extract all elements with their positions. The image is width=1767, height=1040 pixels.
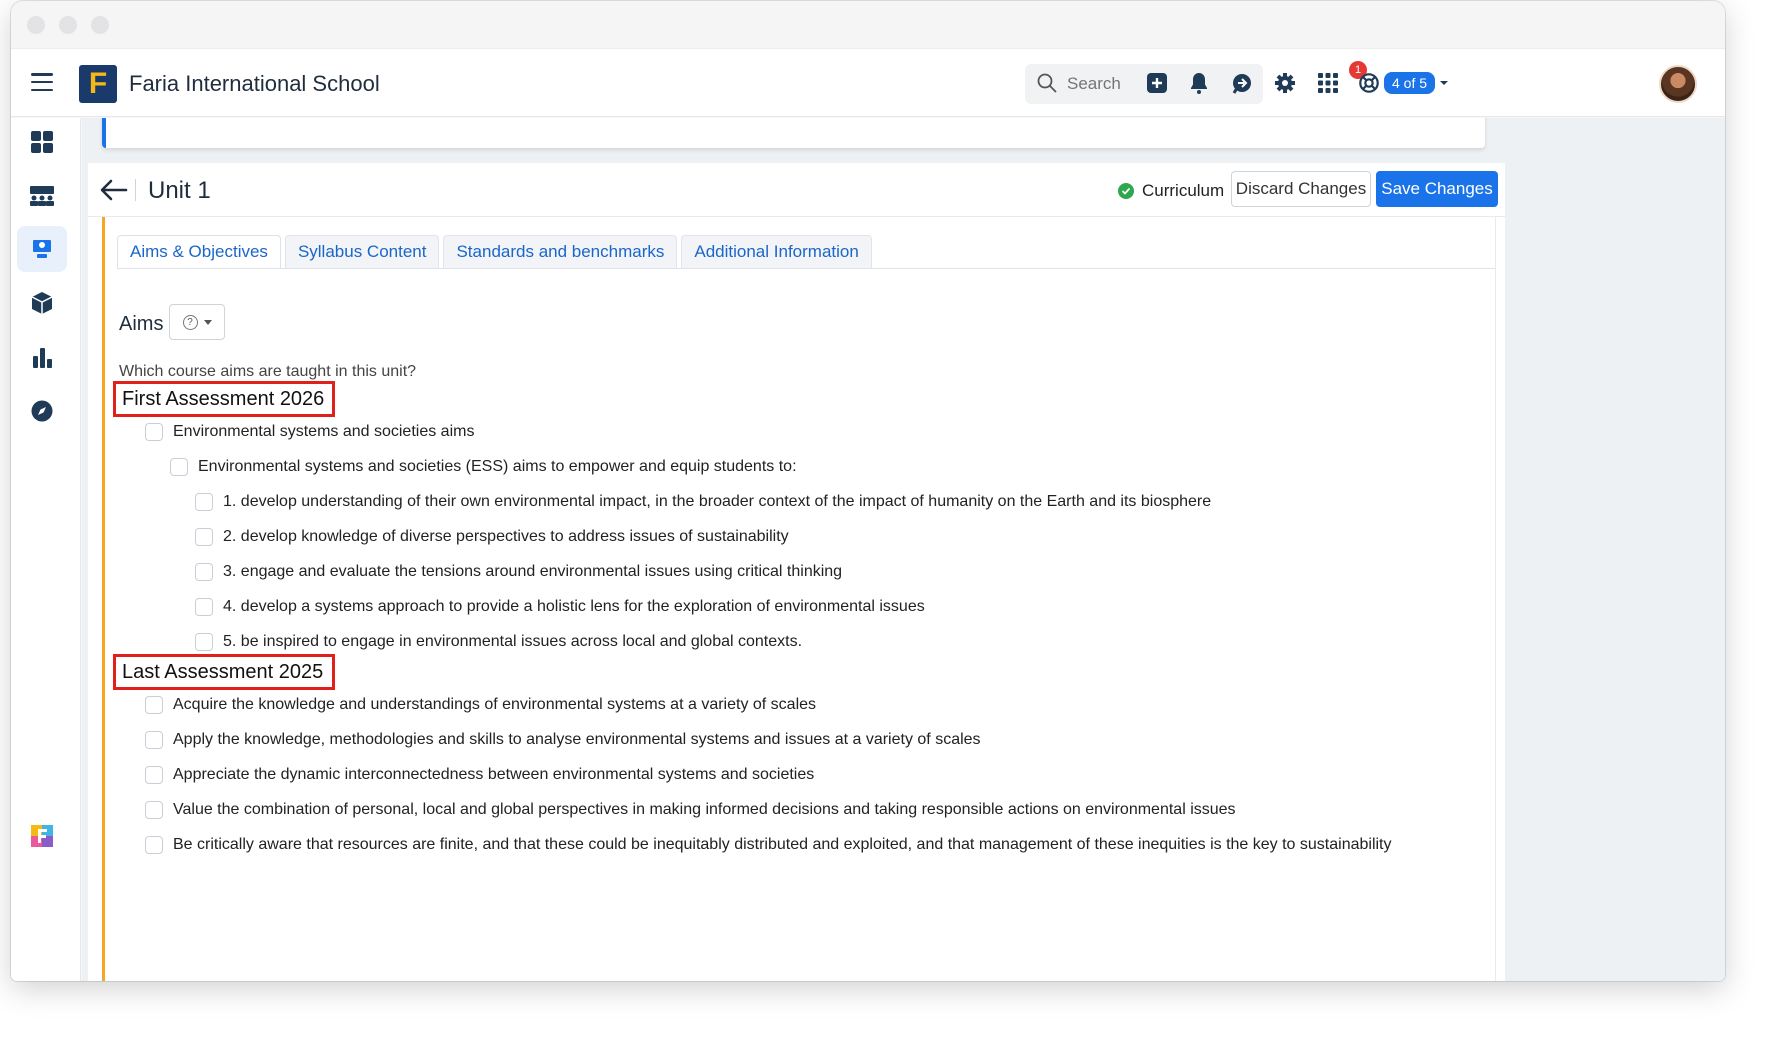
save-changes-button[interactable]: Save Changes [1376,171,1498,207]
chevron-down-icon [1440,81,1449,85]
aim-text: Value the combination of personal, local… [173,801,1236,818]
list-item[interactable]: Appreciate the dynamic interconnectednes… [145,766,814,784]
unit-tabs: Aims & Objectives Syllabus Content Stand… [117,235,872,268]
cube-icon [31,292,53,314]
group-title-last-assessment: Last Assessment 2025 [113,654,335,690]
list-item[interactable]: 1. develop understanding of their own en… [195,493,1211,511]
main-content: Unit 1 Curriculum Discard Changes Save C… [82,118,1725,981]
aim-text: 2. develop knowledge of diverse perspect… [223,528,789,545]
app-window: F Faria International School 1 4 of 5 [11,1,1725,981]
list-item[interactable]: Value the combination of personal, local… [145,801,1236,819]
tab-aims-objectives[interactable]: Aims & Objectives [117,235,281,268]
school-pager-pill: 4 of 5 [1384,72,1436,94]
window-titlebar [11,1,1725,49]
logo-letter: F [88,67,108,100]
chat-icon[interactable] [1230,71,1254,95]
bar-chart-icon [33,348,52,368]
aim-text: 3. engage and evaluate the tensions arou… [223,563,843,580]
checkbox[interactable] [170,458,188,476]
aim-text: Environmental systems and societies aims [173,423,475,440]
unit-header: Unit 1 Curriculum Discard Changes Save C… [88,163,1505,217]
apps-grid-icon[interactable] [1316,71,1340,95]
school-name[interactable]: Faria International School [129,71,380,97]
compass-icon [31,400,53,422]
window-zoom-dot[interactable] [91,15,109,34]
checkbox[interactable] [145,801,163,819]
previous-section-card [102,118,1485,148]
checkbox[interactable] [145,696,163,714]
user-avatar[interactable] [1659,65,1697,103]
plus-square-icon[interactable] [1145,71,1169,95]
top-bar: F Faria International School 1 4 of 5 [11,49,1725,117]
aims-heading: Aims [119,313,164,335]
dashboard-icon [31,131,53,153]
school-switcher[interactable]: 4 of 5 [1358,71,1449,95]
list-item[interactable]: Environmental systems and societies aims [145,423,474,441]
lifebuoy-icon [1359,73,1379,93]
aim-text: Acquire the knowledge and understandings… [173,696,817,713]
check-circle-icon [1118,183,1134,199]
caret-down-icon [203,319,212,325]
aims-help-dropdown[interactable]: ? [169,304,225,340]
list-item[interactable]: Environmental systems and societies (ESS… [170,458,797,476]
window-minimize-dot[interactable] [59,15,77,34]
status-label: Curriculum [1142,181,1225,200]
list-item[interactable]: 2. develop knowledge of diverse perspect… [195,528,789,546]
list-item[interactable]: Acquire the knowledge and understandings… [145,696,816,714]
aim-text: Apply the knowledge, methodologies and s… [173,731,981,748]
left-sidebar [11,118,81,981]
aim-text: 5. be inspired to engage in environmenta… [223,633,803,650]
bell-icon[interactable] [1187,71,1211,95]
curriculum-icon [33,240,51,258]
curriculum-status: Curriculum [1118,181,1224,201]
search-icon [1037,73,1057,93]
checkbox[interactable] [195,528,213,546]
unit-panel: Unit 1 Curriculum Discard Changes Save C… [88,163,1505,981]
checkbox[interactable] [195,633,213,651]
aim-text: Environmental systems and societies (ESS… [198,458,797,475]
aim-text: Be critically aware that resources are f… [173,836,1392,853]
checkbox[interactable] [145,731,163,749]
discard-changes-button[interactable]: Discard Changes [1231,171,1371,207]
checkbox[interactable] [195,598,213,616]
checkbox[interactable] [195,493,213,511]
list-item[interactable]: 5. be inspired to engage in environmenta… [195,633,802,651]
list-item[interactable]: Be critically aware that resources are f… [145,836,1392,854]
list-item[interactable]: 4. develop a systems approach to provide… [195,598,925,616]
classes-icon [30,186,54,206]
tab-standards-benchmarks[interactable]: Standards and benchmarks [443,235,678,268]
checkbox[interactable] [145,766,163,784]
tab-syllabus-content[interactable]: Syllabus Content [284,235,440,268]
tabs-divider [117,268,1495,269]
school-logo[interactable]: F [79,65,117,103]
faria-logo-icon [31,825,53,847]
aim-text: 4. develop a systems approach to provide… [223,598,925,615]
sidebar-item-dashboard[interactable] [17,119,67,165]
checkbox[interactable] [145,423,163,441]
sidebar-item-resources[interactable] [17,280,67,326]
sidebar-item-faria-apps[interactable] [17,813,67,859]
header-divider [135,179,136,201]
list-item[interactable]: 3. engage and evaluate the tensions arou… [195,563,842,581]
sidebar-item-explore[interactable] [17,388,67,434]
menu-icon[interactable] [31,73,53,91]
aim-text: Appreciate the dynamic interconnectednes… [173,766,815,783]
unit-body: Aims & Objectives Syllabus Content Stand… [102,217,1496,981]
help-icon: ? [182,314,198,330]
sidebar-item-reports[interactable] [17,334,67,380]
sidebar-item-classes[interactable] [17,173,67,219]
checkbox[interactable] [195,563,213,581]
window-close-dot[interactable] [27,15,45,34]
back-arrow-icon[interactable] [100,179,128,201]
group-title-first-assessment: First Assessment 2026 [113,381,335,417]
list-item[interactable]: Apply the knowledge, methodologies and s… [145,731,981,749]
unit-title: Unit 1 [148,177,211,204]
aims-question: Which course aims are taught in this uni… [119,363,417,380]
checkbox[interactable] [145,836,163,854]
tab-additional-information[interactable]: Additional Information [681,235,872,268]
search-box[interactable] [1025,64,1263,104]
gear-icon[interactable] [1273,71,1297,95]
aim-text: 1. develop understanding of their own en… [223,493,1212,510]
sidebar-item-curriculum[interactable] [17,226,67,272]
